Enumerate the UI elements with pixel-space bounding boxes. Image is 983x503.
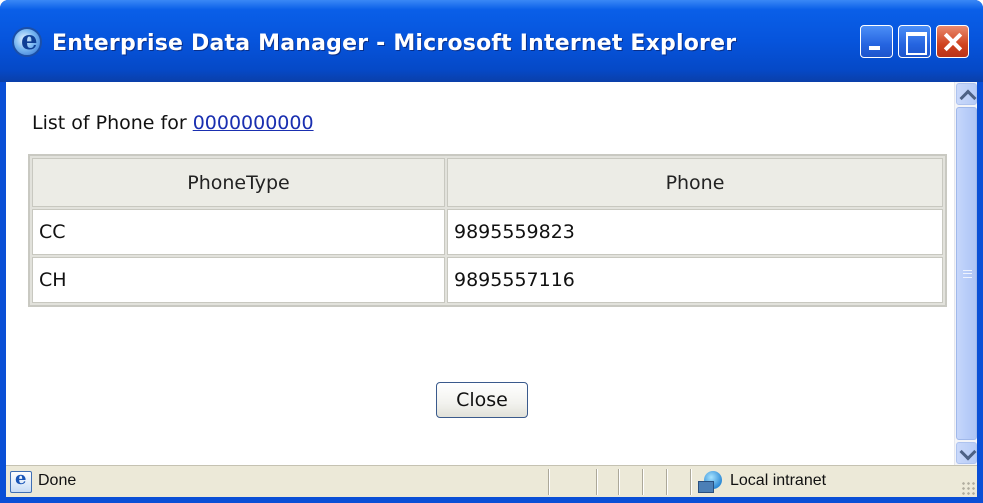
phone-owner-link[interactable]: 0000000000 <box>193 112 314 134</box>
maximize-button[interactable] <box>898 25 931 58</box>
close-button[interactable]: Close <box>436 382 528 418</box>
scroll-down-icon[interactable] <box>956 442 977 464</box>
phone-table: PhoneType Phone CC 9895559823 CH 9895557… <box>28 154 947 307</box>
browser-window: Enterprise Data Manager - Microsoft Inte… <box>0 0 983 503</box>
status-bar: Done Local intranet <box>6 465 977 497</box>
phone-type-cell: CH <box>32 257 445 303</box>
table-row: CC 9895559823 <box>32 209 943 255</box>
close-window-button[interactable] <box>936 25 969 58</box>
phone-number-cell: 9895559823 <box>447 209 943 255</box>
status-divider <box>618 469 620 495</box>
status-divider <box>596 469 598 495</box>
status-divider <box>548 469 550 495</box>
ie-icon[interactable] <box>12 26 42 57</box>
page-content-area: List of Phone for 0000000000 PhoneType P… <box>6 82 977 465</box>
column-header-phone: Phone <box>447 158 943 207</box>
page-caption: List of Phone for 0000000000 <box>32 112 314 134</box>
minimize-button[interactable] <box>860 25 893 58</box>
grip-icon <box>963 270 972 278</box>
page-body: List of Phone for 0000000000 PhoneType P… <box>6 82 953 465</box>
scrollbar-thumb[interactable] <box>956 107 977 440</box>
status-text: Done <box>38 472 77 489</box>
title-bar[interactable]: Enterprise Data Manager - Microsoft Inte… <box>0 0 983 82</box>
resize-grip-icon[interactable] <box>961 481 975 495</box>
scroll-up-icon[interactable] <box>956 83 977 105</box>
status-divider <box>666 469 668 495</box>
table-row: CH 9895557116 <box>32 257 943 303</box>
local-intranet-icon[interactable] <box>698 471 722 493</box>
status-divider <box>642 469 644 495</box>
phone-type-cell: CC <box>32 209 445 255</box>
page-done-icon <box>10 468 32 493</box>
column-header-phonetype: PhoneType <box>32 158 445 207</box>
caption-label: List of Phone for <box>32 112 187 134</box>
window-title: Enterprise Data Manager - Microsoft Inte… <box>52 31 737 56</box>
status-divider <box>690 469 692 495</box>
vertical-scrollbar[interactable] <box>954 82 977 465</box>
phone-number-cell: 9895557116 <box>447 257 943 303</box>
table-header-row: PhoneType Phone <box>32 158 943 207</box>
security-zone-label[interactable]: Local intranet <box>730 472 826 490</box>
